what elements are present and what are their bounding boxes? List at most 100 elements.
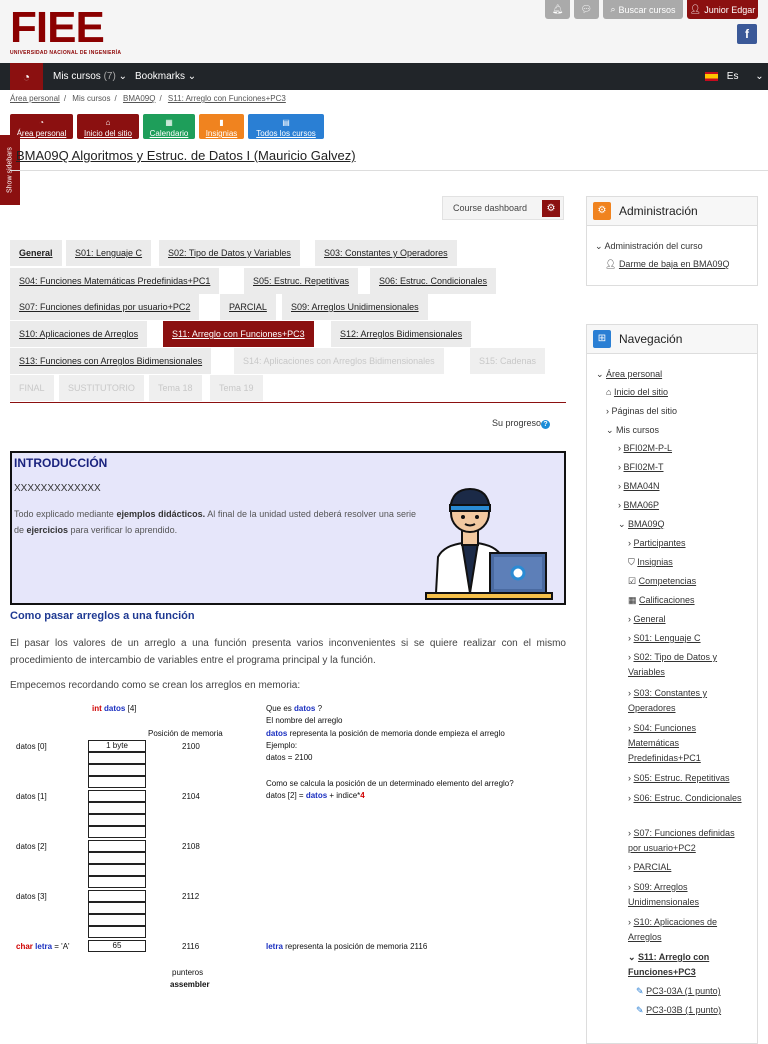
course-dashboard-button[interactable]: Course dashboard ⚙ xyxy=(442,196,564,220)
chevron-down-icon: ⌄ xyxy=(118,71,127,82)
article-heading: Como pasar arreglos a una función xyxy=(10,610,195,622)
nav-item[interactable]: › S04: Funciones Matemáticas Predefinida… xyxy=(628,721,746,766)
nav-item[interactable]: › S02: Tipo de Datos y Variables xyxy=(628,650,746,680)
admin-item[interactable]: 👤︎ Darme de baja en BMA09Q xyxy=(605,257,730,272)
tab-s12[interactable]: S12: Arreglos Bidimensionales xyxy=(331,321,472,347)
sitemap-icon: ⊞ xyxy=(593,330,611,348)
nav-item[interactable]: ✎ PC3-03B (1 punto) xyxy=(636,1003,721,1018)
nav-item[interactable]: ⛉ Insignias xyxy=(628,555,673,570)
fiee-logo[interactable]: FIEE UNIVERSIDAD NACIONAL DE INGENIERÍA xyxy=(10,6,136,58)
nav-item[interactable]: ▦ Calificaciones xyxy=(628,593,695,608)
nav-item[interactable]: ☑ Competencias xyxy=(628,574,696,589)
nav-item[interactable]: ⌄ Mis cursos xyxy=(606,423,659,438)
home-icon: ⌂ xyxy=(105,118,111,127)
tab-s09[interactable]: S09: Arreglos Unidimensionales xyxy=(282,294,428,320)
intro-placeholder: XXXXXXXXXXXXX xyxy=(14,483,101,494)
quick-calendario[interactable]: ▦ Calendario xyxy=(143,114,195,139)
nav-item-current[interactable]: ⌄ S11: Arreglo con Funciones+PC3 xyxy=(628,950,746,980)
memory-cell xyxy=(88,826,146,838)
tab-s05[interactable]: S05: Estruc. Repetitivas xyxy=(244,268,359,294)
nav-item[interactable]: › PARCIAL xyxy=(628,860,671,875)
row-label: datos [3] xyxy=(16,892,47,901)
nav-item[interactable]: › S01: Lenguaje C xyxy=(628,631,701,646)
nav-item[interactable]: ⌂ Inicio del sitio xyxy=(606,385,668,400)
user-name: Junior Edgar xyxy=(704,4,756,15)
tab-parcial[interactable]: PARCIAL xyxy=(220,294,276,320)
nav-item[interactable]: › BFI02M-P-L xyxy=(618,441,672,456)
quick-label: Calendario xyxy=(149,129,189,138)
nav-item[interactable]: ✎ PC3-03A (1 punto) xyxy=(636,984,721,999)
note: Que es datos ? xyxy=(266,704,323,713)
intro-text: Todo explicado mediante ejemplos didácti… xyxy=(14,509,416,535)
mis-cursos-menu[interactable]: Mis cursos (7) ⌄ xyxy=(53,63,127,90)
nav-item[interactable]: › S05: Estruc. Repetitivas xyxy=(628,771,730,786)
help-icon[interactable]: ? xyxy=(541,420,551,429)
nav-item[interactable]: ⌄ BMA09Q xyxy=(618,517,665,532)
note: datos representa la posición de memoria … xyxy=(266,729,505,738)
dashboard-home-button[interactable]: ◔ xyxy=(10,63,43,90)
memory-cell xyxy=(88,790,146,802)
nav-item[interactable]: › BMA04N xyxy=(618,479,660,494)
bookmarks-menu[interactable]: Bookmarks ⌄ xyxy=(135,63,196,90)
nav-item[interactable]: › BMA06P xyxy=(618,498,659,513)
tab-s06[interactable]: S06: Estruc. Condicionales xyxy=(370,268,497,294)
nav-item[interactable]: › BFI02M-T xyxy=(618,460,664,475)
dashboard-icon: ◔ xyxy=(22,69,31,84)
quick-label: Área personal xyxy=(16,129,67,138)
quick-insignias[interactable]: ▮ Insignias xyxy=(199,114,244,139)
gear-icon[interactable]: ⚙ xyxy=(542,200,560,217)
memory-cell xyxy=(88,840,146,852)
search-courses-label: Buscar cursos xyxy=(618,4,676,15)
nav-item[interactable]: › Páginas del sitio xyxy=(606,404,677,419)
breadcrumb-item[interactable]: S11: Arreglo con Funciones+PC3 xyxy=(168,94,286,103)
memory-cell xyxy=(88,764,146,776)
nav-item[interactable]: › S03: Constantes y Operadores xyxy=(628,686,746,716)
cogs-icon: ⚙ xyxy=(593,202,611,220)
row-label: datos [2] xyxy=(16,842,47,851)
breadcrumb-item[interactable]: Mis cursos xyxy=(72,94,110,103)
user-menu-button[interactable]: 👤︎ Junior Edgar xyxy=(687,0,758,19)
course-title[interactable]: BMA09Q Algoritmos y Estruc. de Datos I (… xyxy=(16,148,356,163)
tab-s07[interactable]: S07: Funciones definidas por usuario+PC2 xyxy=(10,294,200,320)
quick-inicio-sitio[interactable]: ⌂ Inicio del sitio xyxy=(77,114,139,139)
mis-cursos-count: (7) xyxy=(103,71,116,82)
nav-item[interactable]: › S09: Arreglos Unidimensionales xyxy=(628,880,746,910)
nav-item[interactable]: ⌄ Área personal xyxy=(596,367,662,382)
breadcrumb-item[interactable]: Área personal xyxy=(10,94,60,103)
quick-todos-cursos[interactable]: ▤ Todos los cursos xyxy=(248,114,324,139)
nav-item[interactable]: › S10: Aplicaciones de Arreglos xyxy=(628,915,746,945)
tab-s03[interactable]: S03: Constantes y Operadores xyxy=(315,240,457,266)
nav-item[interactable]: › S06: Estruc. Condicionales xyxy=(628,791,746,806)
search-courses-button[interactable]: ⌕ Buscar cursos xyxy=(603,0,683,19)
progress-indicator[interactable]: Su progreso? xyxy=(492,418,551,429)
bookmarks-label: Bookmarks xyxy=(135,71,186,82)
nav-item[interactable]: › Participantes xyxy=(628,536,686,551)
memory-cell xyxy=(88,752,146,764)
memory-cell xyxy=(88,902,146,914)
tab-s11[interactable]: S11: Arreglo con Funciones+PC3 xyxy=(163,321,314,347)
tab-s02[interactable]: S02: Tipo de Datos y Variables xyxy=(159,240,300,266)
memory-cell: 1 byte xyxy=(88,740,146,752)
memory-cell xyxy=(88,814,146,826)
language-menu[interactable]: Es ⌄ xyxy=(705,63,764,90)
chevron-down-icon: ⌄ xyxy=(187,71,197,82)
calendar-icon: ▦ xyxy=(165,118,173,127)
memory-cell xyxy=(88,890,146,902)
memory-table: int datos [4] Posición de memoria datos … xyxy=(12,702,566,992)
tab-general[interactable]: General xyxy=(10,240,62,266)
admin-item[interactable]: ⌄ Administración del curso xyxy=(595,239,703,254)
tab-s04[interactable]: S04: Funciones Matemáticas Predefinidas+… xyxy=(10,268,220,294)
memory-cell xyxy=(88,914,146,926)
tab-s10[interactable]: S10: Aplicaciones de Arreglos xyxy=(10,321,148,347)
tab-s13[interactable]: S13: Funciones con Arreglos Bidimensiona… xyxy=(10,348,212,374)
navigation-header[interactable]: ⊞ Navegación xyxy=(587,325,757,354)
messages-button[interactable]: 💬︎ xyxy=(574,0,599,19)
tab-s01[interactable]: S01: Lenguaje C xyxy=(66,240,152,266)
notifications-button[interactable]: 🔔︎ xyxy=(545,0,570,19)
nav-item[interactable]: › S07: Funciones definidas por usuario+P… xyxy=(628,826,746,856)
breadcrumb-item[interactable]: BMA09Q xyxy=(123,94,155,103)
nav-item[interactable]: › General xyxy=(628,612,666,627)
admin-header[interactable]: ⚙ Administración xyxy=(587,197,757,226)
facebook-icon[interactable]: f xyxy=(737,24,757,44)
memory-cell xyxy=(88,876,146,888)
